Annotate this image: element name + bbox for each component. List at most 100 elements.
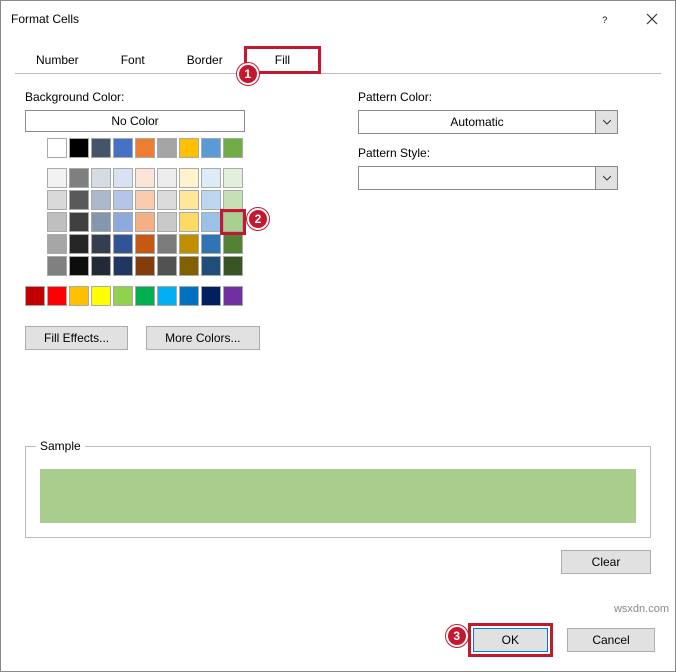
color-swatch[interactable] [69, 286, 89, 306]
watermark: wsxdn.com [614, 603, 669, 615]
color-swatch[interactable] [135, 168, 155, 188]
color-swatch[interactable] [223, 286, 243, 306]
svg-text:?: ? [602, 15, 607, 25]
color-swatch[interactable] [201, 286, 221, 306]
sample-label: Sample [36, 439, 85, 453]
color-swatch[interactable] [157, 286, 177, 306]
background-color-label: Background Color: [25, 90, 318, 104]
tab-fill-label: Fill [275, 53, 290, 67]
tab-fill[interactable]: Fill 1 [244, 46, 321, 74]
fill-effects-button[interactable]: Fill Effects... [25, 326, 128, 350]
color-swatch[interactable] [201, 256, 221, 276]
no-color-button[interactable]: No Color [25, 110, 245, 132]
color-swatch[interactable] [113, 168, 133, 188]
color-swatch[interactable] [91, 212, 111, 232]
color-swatch[interactable] [157, 138, 177, 158]
help-button[interactable]: ? [583, 1, 629, 37]
ok-button[interactable]: OK [468, 623, 553, 657]
color-swatch[interactable] [113, 286, 133, 306]
color-swatch[interactable] [135, 234, 155, 254]
tab-number[interactable]: Number [15, 46, 100, 74]
color-swatch[interactable] [91, 256, 111, 276]
color-swatch[interactable] [47, 234, 67, 254]
pattern-color-label: Pattern Color: [358, 90, 651, 104]
color-swatch[interactable] [113, 138, 133, 158]
color-swatch[interactable] [135, 256, 155, 276]
color-swatch[interactable] [135, 212, 155, 232]
color-swatch[interactable] [223, 168, 243, 188]
color-swatch[interactable] [201, 234, 221, 254]
close-button[interactable] [629, 1, 675, 37]
color-swatch[interactable] [201, 138, 221, 158]
tab-border[interactable]: Border [166, 46, 244, 74]
clear-button[interactable]: Clear [561, 550, 651, 574]
color-swatch[interactable] [47, 168, 67, 188]
color-swatch[interactable] [157, 256, 177, 276]
callout-badge-1: 1 [237, 63, 259, 85]
color-swatch[interactable] [179, 286, 199, 306]
color-swatch[interactable] [69, 190, 89, 210]
color-swatch[interactable] [179, 256, 199, 276]
ok-label: OK [473, 628, 548, 652]
color-swatch[interactable] [91, 286, 111, 306]
color-swatch[interactable] [179, 168, 199, 188]
color-swatch[interactable] [47, 286, 67, 306]
color-swatch[interactable] [47, 212, 67, 232]
color-swatch[interactable] [157, 190, 177, 210]
dialog-footer: 3 OK Cancel [468, 623, 655, 657]
color-swatch[interactable] [91, 138, 111, 158]
color-swatch[interactable] [47, 138, 67, 158]
theme-top-row [47, 138, 318, 158]
color-swatch[interactable] [113, 212, 133, 232]
format-cells-dialog: Format Cells ? Number Font Border Fill 1… [0, 0, 676, 672]
dropdown-arrow [595, 167, 617, 189]
color-swatch[interactable] [157, 234, 177, 254]
more-colors-button[interactable]: More Colors... [146, 326, 259, 350]
color-swatch[interactable] [223, 256, 243, 276]
color-swatch[interactable] [157, 168, 177, 188]
color-swatch[interactable] [69, 212, 89, 232]
callout-badge-2: 2 [247, 208, 269, 230]
color-swatch[interactable] [223, 190, 243, 210]
fill-panel: Background Color: No Color 2 Fill Effect… [1, 74, 675, 366]
color-swatch[interactable] [47, 256, 67, 276]
dropdown-arrow [595, 111, 617, 133]
color-swatch[interactable] [223, 212, 243, 232]
color-swatch[interactable] [91, 190, 111, 210]
tab-font[interactable]: Font [100, 46, 166, 74]
pattern-style-value [359, 167, 595, 189]
color-swatch[interactable] [135, 286, 155, 306]
color-swatch[interactable] [69, 234, 89, 254]
color-swatch[interactable] [179, 212, 199, 232]
cancel-button[interactable]: Cancel [567, 628, 655, 652]
pattern-style-dropdown[interactable] [358, 166, 618, 190]
pattern-color-dropdown[interactable]: Automatic [358, 110, 618, 134]
color-swatch[interactable] [179, 190, 199, 210]
dialog-title: Format Cells [11, 12, 583, 26]
color-swatch[interactable] [135, 138, 155, 158]
color-swatch[interactable] [113, 256, 133, 276]
color-swatch[interactable] [201, 190, 221, 210]
color-swatch[interactable] [91, 168, 111, 188]
color-swatch[interactable] [91, 234, 111, 254]
close-icon [646, 13, 658, 25]
color-swatch[interactable] [25, 286, 45, 306]
titlebar: Format Cells ? [1, 1, 675, 37]
sample-group: Sample [25, 446, 651, 538]
color-swatch[interactable] [135, 190, 155, 210]
color-swatch[interactable] [201, 212, 221, 232]
color-swatch[interactable] [179, 234, 199, 254]
sample-preview [40, 469, 636, 523]
color-swatch[interactable] [69, 138, 89, 158]
color-swatch[interactable] [113, 234, 133, 254]
color-swatch[interactable] [179, 138, 199, 158]
color-swatch[interactable] [113, 190, 133, 210]
color-swatch[interactable] [47, 190, 67, 210]
color-swatch[interactable] [223, 234, 243, 254]
color-swatch[interactable] [157, 212, 177, 232]
pattern-style-label: Pattern Style: [358, 146, 651, 160]
color-swatch[interactable] [69, 256, 89, 276]
color-swatch[interactable] [69, 168, 89, 188]
color-swatch[interactable] [223, 138, 243, 158]
color-swatch[interactable] [201, 168, 221, 188]
